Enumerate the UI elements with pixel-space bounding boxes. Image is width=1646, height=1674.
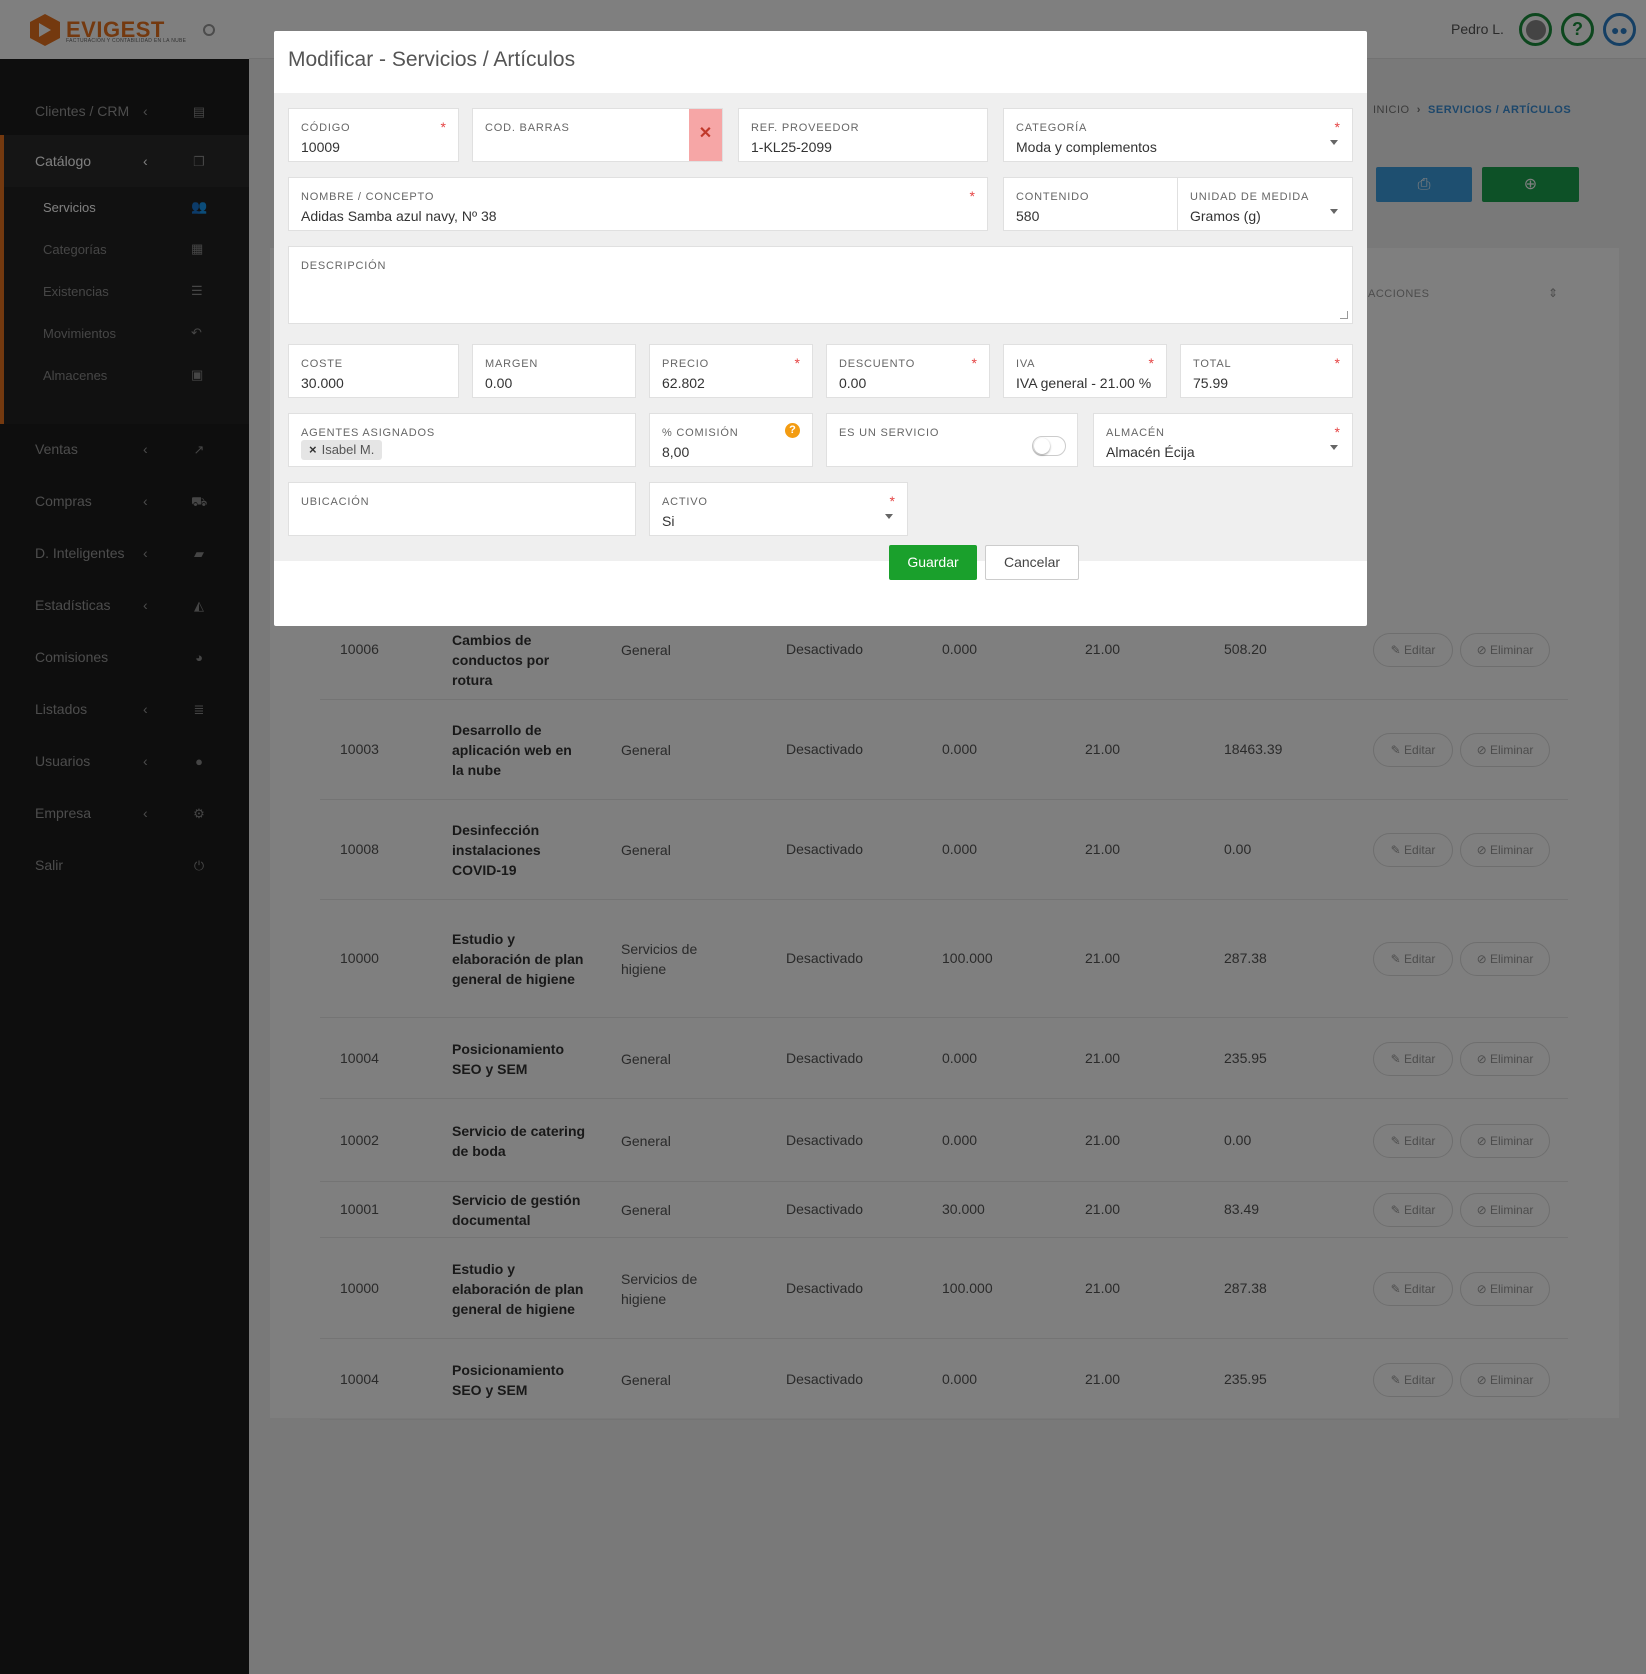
precio-field[interactable]: Precio * 62.802 — [649, 344, 813, 398]
categoria-select[interactable]: Categoría * Moda y complementos — [1003, 108, 1353, 162]
required-asterisk: * — [440, 119, 446, 135]
es-servicio-toggle[interactable] — [1032, 436, 1066, 456]
caret-down-icon — [1330, 140, 1338, 145]
almacen-select[interactable]: Almacén * Almacén Écija — [1093, 413, 1353, 467]
agent-tag[interactable]: × Isabel M. — [301, 440, 383, 460]
caret-down-icon — [1330, 445, 1338, 450]
required-asterisk: * — [889, 493, 895, 509]
clear-barcode-button[interactable]: ✕ — [689, 109, 722, 161]
cancel-button[interactable]: Cancelar — [985, 545, 1079, 580]
descripcion-textarea[interactable]: Descripción — [288, 246, 1353, 324]
agentes-multiselect[interactable]: Agentes asignados × Isabel M. — [288, 413, 636, 467]
codigo-field[interactable]: Código * 10009 — [288, 108, 459, 162]
margen-field[interactable]: Margen 0.00 — [472, 344, 636, 398]
descuento-field[interactable]: Descuento * 0.00 — [826, 344, 990, 398]
total-field[interactable]: Total * 75.99 — [1180, 344, 1353, 398]
caret-down-icon — [1330, 209, 1338, 214]
required-asterisk: * — [969, 188, 975, 204]
required-asterisk: * — [1148, 355, 1154, 371]
unidad-medida-select[interactable]: Unidad de medida Gramos (g) — [1177, 177, 1353, 231]
required-asterisk: * — [1334, 355, 1340, 371]
coste-field[interactable]: Coste 30.000 — [288, 344, 459, 398]
tag-remove-icon[interactable]: × — [309, 442, 317, 457]
contenido-field[interactable]: Contenido 580 — [1003, 177, 1178, 231]
required-asterisk: * — [971, 355, 977, 371]
comision-field[interactable]: % Comisión ? 8,00 — [649, 413, 813, 467]
iva-select[interactable]: IVA * IVA general - 21.00 % — [1003, 344, 1167, 398]
modal-title: Modificar - Servicios / Artículos — [288, 48, 576, 71]
required-asterisk: * — [794, 355, 800, 371]
modal-body: Código * 10009 Cod. Barras ✕ Ref. Proveed… — [274, 93, 1367, 561]
edit-modal: Modificar - Servicios / Artículos Código… — [274, 31, 1367, 626]
nombre-field[interactable]: Nombre / Concepto * Adidas Samba azul nav… — [288, 177, 988, 231]
es-servicio-field: Es un servicio — [826, 413, 1078, 467]
cod-barras-field[interactable]: Cod. Barras ✕ — [472, 108, 723, 162]
ref-proveedor-field[interactable]: Ref. Proveedor 1-KL25-2099 — [738, 108, 988, 162]
question-circle-icon[interactable]: ? — [785, 423, 800, 438]
caret-down-icon — [885, 514, 893, 519]
resize-handle-icon[interactable] — [1340, 311, 1348, 319]
activo-select[interactable]: Activo * Si — [649, 482, 908, 536]
close-icon: ✕ — [698, 125, 713, 142]
ubicacion-field[interactable]: Ubicación — [288, 482, 636, 536]
save-button[interactable]: Guardar — [889, 545, 977, 580]
required-asterisk: * — [1334, 119, 1340, 135]
required-asterisk: * — [1334, 424, 1340, 440]
